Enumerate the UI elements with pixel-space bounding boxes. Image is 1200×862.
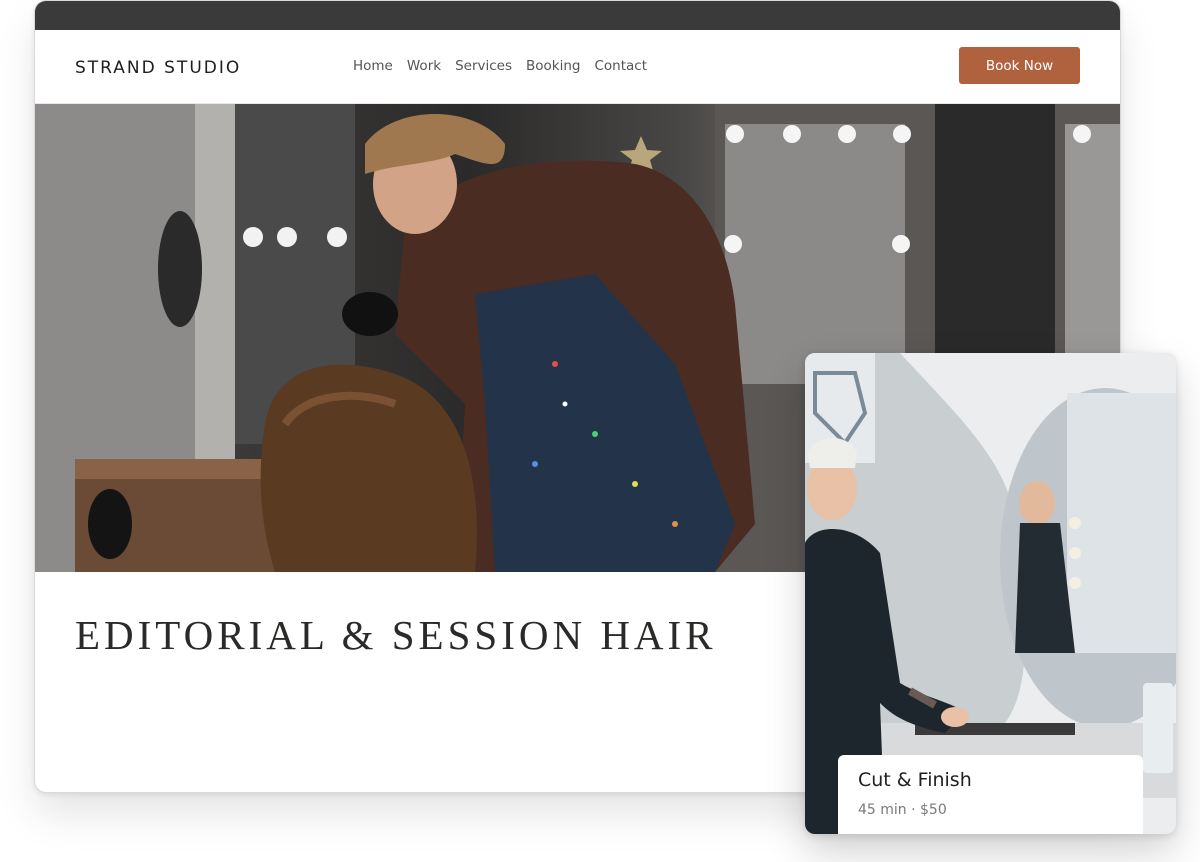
nav-work[interactable]: Work [407,58,441,74]
main-nav: Home Work Services Booking Contact [353,58,647,74]
service-card-info: Cut & Finish 45 min · $50 [838,755,1143,834]
stage: STRAND STUDIO Home Work Services Booking… [0,0,1200,862]
brand-logo[interactable]: STRAND STUDIO [75,58,241,78]
site-header: STRAND STUDIO Home Work Services Booking… [35,30,1120,104]
nav-booking[interactable]: Booking [526,58,580,74]
nav-home[interactable]: Home [353,58,393,74]
browser-titlebar [35,1,1120,30]
service-title: Cut & Finish [858,769,972,791]
page-title: EDITORIAL & SESSION HAIR [75,612,717,658]
book-now-button[interactable]: Book Now [959,47,1080,84]
nav-contact[interactable]: Contact [594,58,647,74]
service-meta: 45 min · $50 [858,802,947,818]
service-card[interactable]: Cut & Finish 45 min · $50 [805,353,1176,834]
nav-services[interactable]: Services [455,58,512,74]
